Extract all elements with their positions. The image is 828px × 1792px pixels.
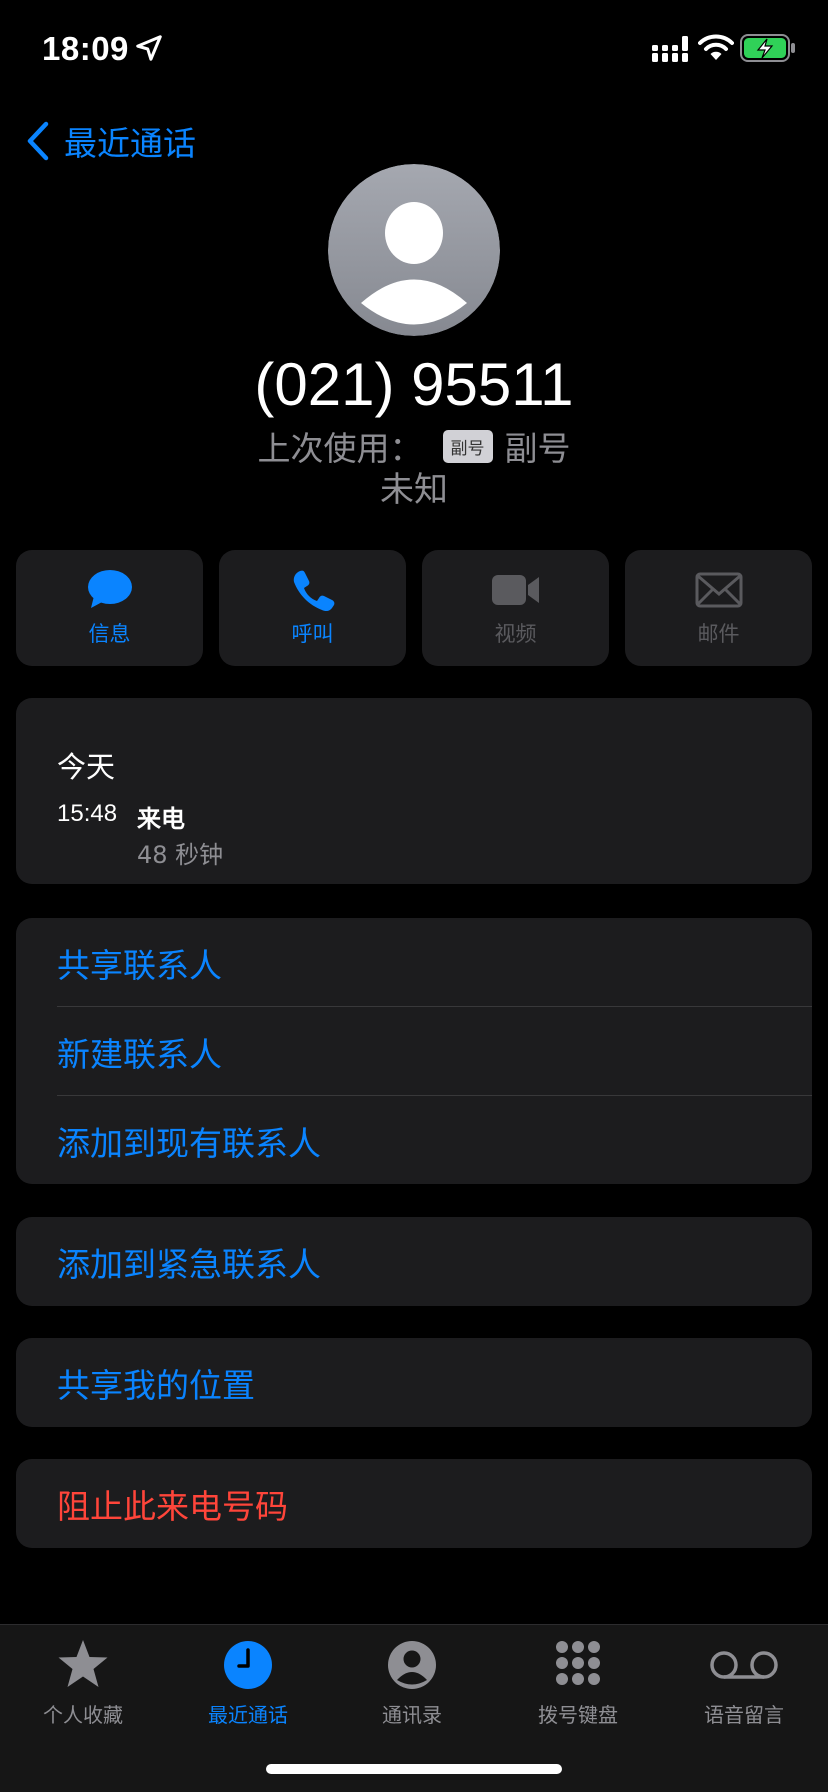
add-to-existing-contact-button[interactable]: 添加到现有联系人: [16, 1096, 812, 1184]
avatar: [328, 164, 500, 336]
call-label: 呼叫: [291, 622, 334, 646]
mail-button[interactable]: 邮件: [625, 550, 812, 666]
tab-contacts[interactable]: 通讯录: [337, 1637, 487, 1728]
tab-voicemail-label: 语音留言: [704, 1703, 784, 1727]
line-badge: 副号: [442, 429, 493, 463]
battery-charging-icon: [740, 34, 795, 62]
video-label: 视频: [494, 622, 537, 646]
tab-recents[interactable]: 最近通话: [173, 1637, 323, 1728]
status-time: 18:09: [42, 30, 129, 67]
location-arrow-icon: [136, 35, 162, 61]
block-caller-button[interactable]: 阻止此来电号码: [16, 1459, 812, 1548]
call-button[interactable]: 呼叫: [219, 550, 406, 666]
message-label: 信息: [88, 622, 131, 646]
mail-icon: [695, 572, 742, 608]
person-placeholder-icon: [328, 164, 500, 336]
history-call-type: 来电: [137, 805, 185, 833]
emergency-group: 添加到紧急联系人: [16, 1217, 812, 1306]
message-button[interactable]: 信息: [16, 550, 203, 666]
tab-favorites-label: 个人收藏: [43, 1703, 123, 1727]
message-icon: [87, 570, 132, 608]
history-date: 今天: [57, 750, 116, 784]
tab-keypad[interactable]: 拨号键盘: [503, 1637, 653, 1728]
tab-recents-label: 最近通话: [208, 1703, 288, 1727]
home-indicator[interactable]: [266, 1764, 562, 1774]
tab-contacts-label: 通讯录: [382, 1703, 442, 1727]
share-location-group: 共享我的位置: [16, 1338, 812, 1427]
add-emergency-contact-button[interactable]: 添加到紧急联系人: [16, 1217, 812, 1306]
mail-label: 邮件: [697, 622, 740, 646]
video-icon: [491, 575, 539, 605]
share-contact-button[interactable]: 共享联系人: [16, 918, 812, 1007]
back-label: 最近通话: [64, 124, 196, 163]
star-icon: [58, 1640, 108, 1687]
tab-favorites[interactable]: 个人收藏: [8, 1637, 158, 1728]
create-contact-button[interactable]: 新建联系人: [16, 1007, 812, 1096]
share-location-button[interactable]: 共享我的位置: [16, 1338, 812, 1427]
phone-icon: [293, 570, 334, 612]
tab-voicemail[interactable]: 语音留言: [669, 1637, 819, 1728]
video-button[interactable]: 视频: [422, 550, 609, 666]
number-location: 未知: [380, 470, 448, 510]
cellular-signal-icon: [652, 36, 688, 62]
wifi-icon: [698, 34, 734, 60]
action-buttons: 信息 呼叫 视频 邮件: [16, 550, 812, 666]
phone-number: (021) 95511: [254, 351, 574, 418]
clock-icon: [224, 1641, 272, 1689]
voicemail-icon: [710, 1651, 778, 1679]
tab-keypad-label: 拨号键盘: [538, 1703, 618, 1727]
contact-options-group: 共享联系人 新建联系人 添加到现有联系人: [16, 918, 812, 1184]
keypad-icon: [556, 1641, 600, 1685]
history-duration: 48 秒钟: [137, 841, 224, 869]
history-time: 15:48: [57, 800, 118, 827]
person-circle-icon: [388, 1641, 436, 1689]
back-button[interactable]: 最近通话: [24, 116, 196, 166]
block-group: 阻止此来电号码: [16, 1459, 812, 1548]
call-history-card: 今天 15:48 来电 48 秒钟: [16, 698, 812, 884]
chevron-left-icon: [27, 121, 49, 161]
